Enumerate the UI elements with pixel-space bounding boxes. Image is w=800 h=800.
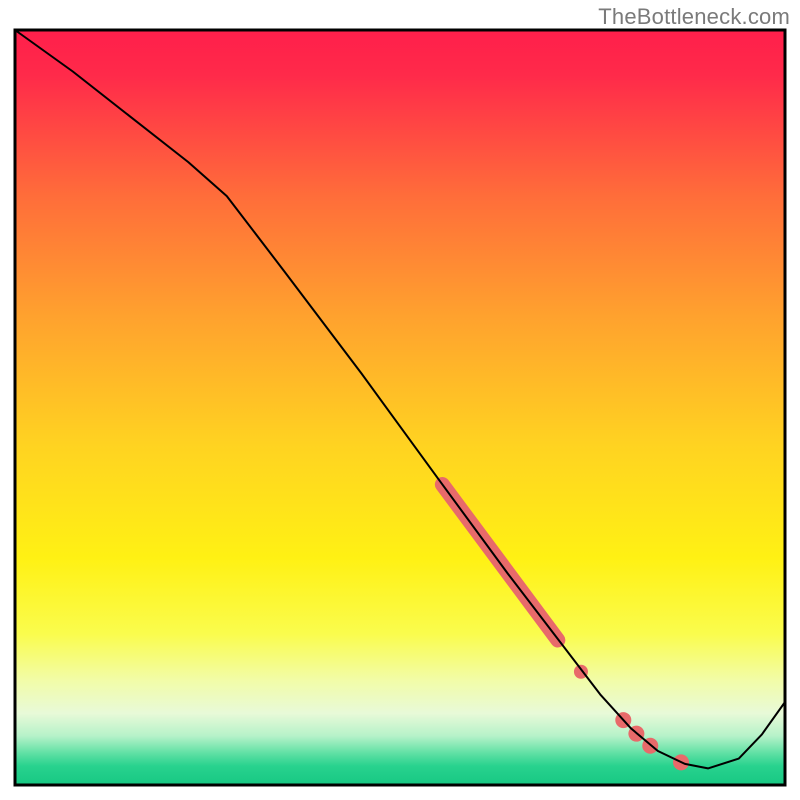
watermark-label: TheBottleneck.com — [598, 4, 790, 30]
bottleneck-chart — [0, 0, 800, 800]
gradient-background — [15, 30, 785, 785]
chart-container: TheBottleneck.com — [0, 0, 800, 800]
